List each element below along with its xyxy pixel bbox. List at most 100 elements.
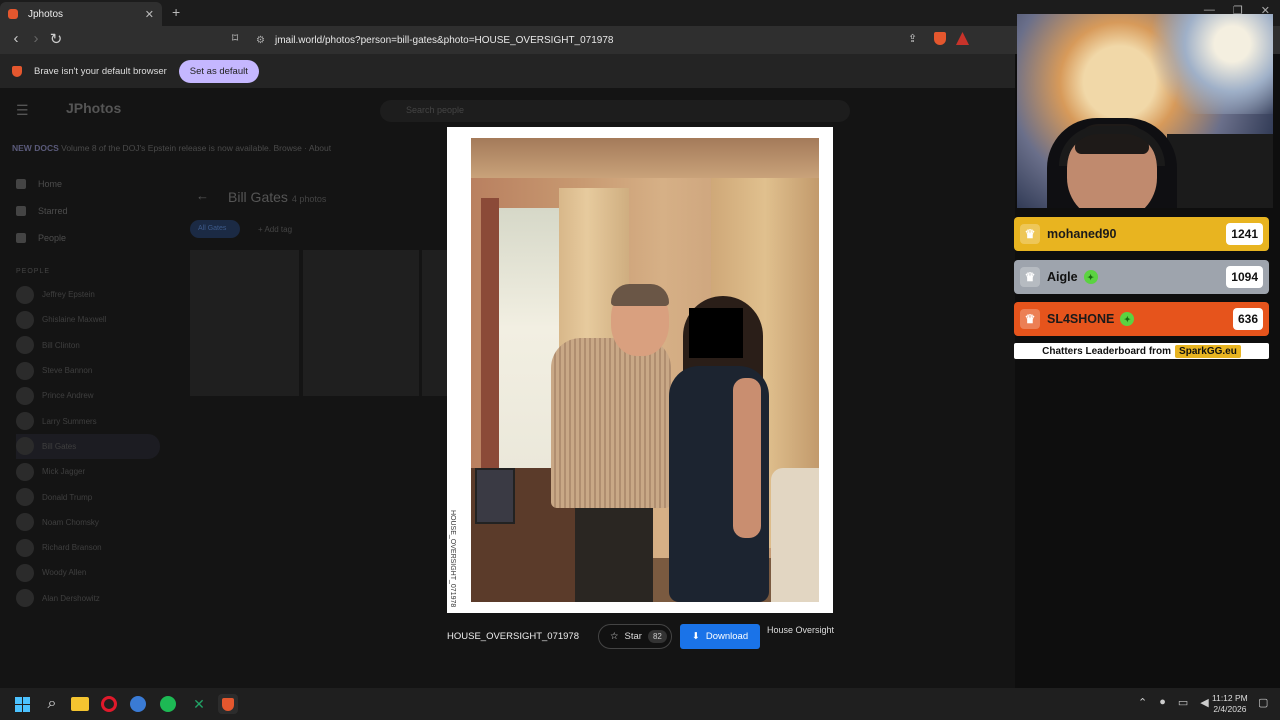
person-title-text: Bill Gates: [228, 189, 288, 205]
leaderboard-row: ♛ mohaned90 1241: [1014, 217, 1269, 251]
speaker-icon[interactable]: ◀: [1200, 696, 1208, 709]
sidebar-item-label: People: [38, 232, 67, 243]
chatter-score: 1094: [1226, 266, 1263, 288]
url-text: jmail.world/photos?person=bill-gates&pho…: [274, 34, 614, 46]
person-item[interactable]: Donald Trump: [16, 484, 160, 509]
notice-text: Brave isn't your default browser: [34, 65, 167, 77]
avatar: [16, 437, 34, 456]
forward-icon[interactable]: ›: [26, 30, 46, 48]
set-default-button[interactable]: Set as default: [178, 59, 259, 83]
person-item[interactable]: Jeffrey Epstein: [16, 282, 160, 307]
windows-start-icon[interactable]: [12, 694, 32, 714]
person-item[interactable]: Woody Allen: [16, 560, 160, 585]
webcam-chair: [1167, 134, 1273, 208]
banner-text: Volume 8 of the DOJ's Epstein release is…: [61, 143, 332, 153]
brave-browser-icon[interactable]: [218, 694, 238, 714]
person-item[interactable]: Mick Jagger: [16, 459, 160, 484]
default-browser-notice: Brave isn't your default browser Set as …: [0, 54, 1015, 88]
person-name: Larry Summers: [42, 416, 97, 426]
webcam-overlay: [1017, 14, 1273, 208]
url-field[interactable]: ⚙ jmail.world/photos?person=bill-gates&p…: [256, 29, 976, 51]
avatar: [16, 563, 34, 582]
photo-sofa: [771, 468, 819, 602]
person-item[interactable]: Bill Clinton: [16, 333, 160, 358]
person-item[interactable]: Ghislaine Maxwell: [16, 307, 160, 332]
avatar: [16, 513, 34, 532]
browser-tab[interactable]: Jphotos ✕: [0, 2, 162, 26]
back-icon[interactable]: ‹: [6, 30, 26, 48]
taskbar-search-icon[interactable]: ⌕: [42, 694, 62, 714]
photo-count: 4 photos: [291, 194, 327, 204]
star-label: Star: [624, 631, 642, 642]
chatter-name: SL4SHONE: [1047, 312, 1115, 326]
sidebar-item-starred[interactable]: Starred: [16, 197, 68, 224]
photo-thumbnail[interactable]: [190, 250, 299, 396]
person-item[interactable]: Alan Dershowitz: [16, 586, 160, 611]
search-input[interactable]: Search people: [380, 100, 850, 122]
opera-gx-icon[interactable]: [101, 696, 117, 712]
chatter-score: 636: [1232, 308, 1263, 330]
person-item-selected[interactable]: Bill Gates: [16, 433, 160, 460]
photo-person-left: [611, 284, 669, 306]
clock-time: 11:12 PM: [1212, 693, 1248, 703]
site-logo[interactable]: JPhotos: [66, 100, 121, 116]
network-icon[interactable]: ▭: [1178, 696, 1188, 709]
notification-icon[interactable]: ▢: [1258, 696, 1268, 709]
sidebar-item-people[interactable]: People: [16, 224, 68, 251]
photo-person-left: [551, 338, 671, 508]
crown-icon: ♛: [1020, 309, 1040, 329]
person-item[interactable]: Noam Chomsky: [16, 510, 160, 535]
brave-shields-icon[interactable]: [934, 32, 946, 45]
tray-chevron-icon[interactable]: ⌃: [1138, 696, 1147, 709]
person-name: Alan Dershowitz: [42, 593, 100, 603]
person-item[interactable]: Larry Summers: [16, 408, 160, 433]
photo-person-left: [575, 498, 653, 602]
taskbar-app-icon[interactable]: [130, 696, 146, 712]
excel-icon[interactable]: ✕: [189, 694, 209, 714]
sidebar-item-label: Home: [38, 178, 63, 189]
download-button[interactable]: ⬇ Download: [680, 624, 760, 649]
taskbar-clock[interactable]: 11:12 PM 2/4/2026: [1212, 693, 1248, 715]
home-icon: [16, 178, 26, 189]
leaderboard-row: ♛ Aigle ✦ 1094: [1014, 260, 1269, 294]
people-list: Jeffrey Epstein Ghislaine Maxwell Bill C…: [16, 282, 160, 611]
avatar: [16, 361, 34, 380]
person-name: Mick Jagger: [42, 467, 86, 477]
star-button[interactable]: ☆ Star 82: [598, 624, 672, 649]
file-explorer-icon[interactable]: [71, 697, 89, 711]
leaderboard-footer-text: Chatters Leaderboard from: [1042, 345, 1172, 357]
bookmark-icon[interactable]: ⌑: [232, 31, 238, 45]
person-name: Bill Clinton: [42, 340, 80, 350]
person-title: Bill Gates 4 photos: [228, 189, 326, 205]
sidebar-item-home[interactable]: Home: [16, 170, 68, 197]
microphone-icon[interactable]: ●: [1159, 696, 1166, 709]
person-name: Bill Gates: [42, 441, 77, 451]
crown-icon: ♛: [1020, 224, 1040, 244]
leaderboard-footer: Chatters Leaderboard from SparkGG.eu: [1014, 343, 1269, 359]
new-tab-button[interactable]: +: [172, 4, 180, 20]
hamburger-icon[interactable]: ☰: [16, 102, 29, 119]
avatar: [16, 386, 34, 405]
sidebar-item-label: Starred: [38, 205, 68, 216]
photo-thumbnail[interactable]: [303, 250, 419, 396]
share-icon[interactable]: ⇪: [908, 32, 917, 45]
photo-laptop: [475, 468, 515, 524]
person-item[interactable]: Steve Bannon: [16, 358, 160, 383]
filter-chip-active[interactable]: All Gates: [190, 220, 240, 238]
reload-icon[interactable]: ↻: [46, 30, 66, 48]
clock-date: 2/4/2026: [1213, 704, 1247, 714]
tab-close-icon[interactable]: ✕: [145, 8, 154, 21]
star-icon: ☆: [610, 631, 619, 642]
person-item[interactable]: Prince Andrew: [16, 383, 160, 408]
photo-image: [471, 138, 819, 602]
avatar: [16, 538, 34, 557]
spotify-icon[interactable]: [160, 696, 176, 712]
download-icon: ⬇: [691, 631, 700, 642]
avatar: [16, 412, 34, 431]
site-info-icon[interactable]: ⚙: [256, 35, 265, 46]
back-arrow-icon[interactable]: ←: [196, 188, 209, 203]
person-name: Richard Branson: [42, 543, 102, 553]
add-tag-chip[interactable]: + Add tag: [258, 220, 292, 234]
person-item[interactable]: Richard Branson: [16, 535, 160, 560]
person-name: Prince Andrew: [42, 391, 94, 401]
